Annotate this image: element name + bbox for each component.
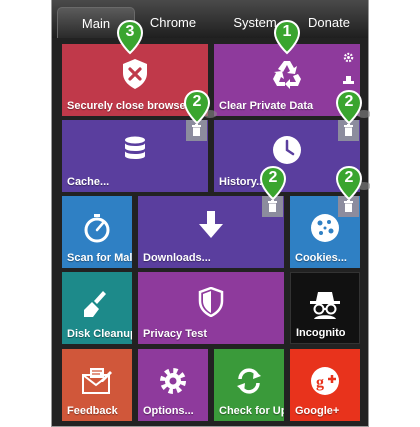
callout-badge-2-downloads: 2: [259, 165, 294, 206]
stopwatch-icon: [62, 212, 132, 244]
scan-for-malware-tile[interactable]: Scan for Malware: [62, 196, 132, 268]
broom-icon: [62, 288, 132, 320]
tile-label: Incognito: [296, 327, 346, 339]
incognito-hat-icon: [343, 71, 354, 89]
callout-badge-2-cache: 2: [183, 89, 218, 130]
tile-label: Clear Private Data: [219, 100, 314, 112]
disk-cleanup-tile[interactable]: Disk Cleanup: [62, 272, 132, 344]
shield-icon: [138, 286, 284, 318]
refresh-icon: [214, 365, 284, 397]
tile-label: Disk Cleanup: [67, 328, 132, 340]
privacy-test-tile[interactable]: Privacy Test: [138, 272, 284, 344]
check-for-updates-tile[interactable]: Check for Updates: [214, 349, 284, 421]
tile-label: Securely close browser: [67, 100, 190, 112]
tile-label: Scan for Malware: [67, 252, 132, 264]
tile-label: Cache...: [67, 176, 110, 188]
badge-number: 2: [344, 169, 354, 186]
tile-label: Cookies...: [295, 252, 347, 264]
tile-label: Check for Updates: [219, 405, 284, 417]
svg-text:g: g: [316, 374, 324, 391]
tile-label: History...: [219, 176, 266, 188]
shield-x-icon: [62, 58, 208, 90]
badge-number: 2: [192, 93, 202, 110]
settings-gear-icon[interactable]: [343, 50, 354, 68]
badge-number: 1: [282, 23, 292, 40]
tab-bar: Main Chrome System Donate: [52, 0, 368, 38]
incognito-tile[interactable]: Incognito: [290, 272, 360, 344]
spy-icon: [291, 289, 359, 321]
gear-icon: [138, 365, 208, 397]
callout-badge-3: 3: [116, 19, 151, 60]
tile-label: Options...: [143, 405, 194, 417]
options-tile[interactable]: Options...: [138, 349, 208, 421]
badge-number: 2: [268, 169, 278, 186]
envelope-pencil-icon: [62, 365, 132, 397]
google-plus-tile[interactable]: g Google+: [290, 349, 360, 421]
tile-label: Feedback: [67, 405, 118, 417]
badge-number: 3: [125, 23, 135, 40]
recycle-icon: [214, 58, 360, 90]
tile-label: Privacy Test: [143, 328, 208, 340]
badge-number: 2: [344, 93, 354, 110]
callout-badge-1: 1: [273, 19, 308, 60]
tile-label: Google+: [295, 405, 340, 417]
tile-label: Downloads...: [143, 252, 211, 264]
google-plus-icon: g: [290, 365, 360, 397]
callout-badge-2-history: 2: [335, 89, 371, 130]
feedback-tile[interactable]: Feedback: [62, 349, 132, 421]
callout-badge-2-cookies: 2: [335, 165, 371, 206]
